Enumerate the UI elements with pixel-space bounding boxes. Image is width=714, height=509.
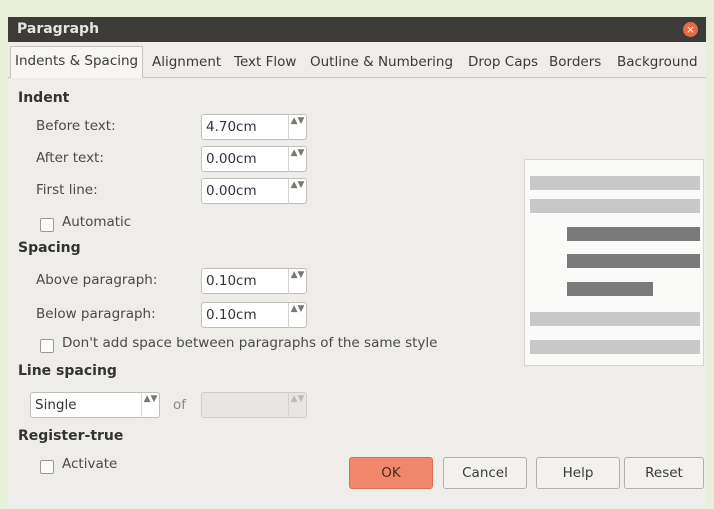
activate-label: Activate — [62, 456, 118, 472]
tab-indents-spacing[interactable]: Indents & Spacing — [10, 46, 144, 78]
dropdown-arrows-icon[interactable]: ▲▼ — [141, 393, 159, 418]
spin-arrows-icon[interactable]: ▲▼ — [288, 147, 306, 172]
automatic-checkbox[interactable] — [40, 218, 54, 232]
indent-heading: Indent — [18, 90, 70, 106]
of-label: of — [173, 397, 187, 413]
before-text-spinbox[interactable]: 4.70cm ▲▼ — [201, 114, 307, 140]
above-paragraph-label: Above paragraph: — [36, 272, 158, 288]
tab-text-flow[interactable]: Text Flow — [230, 48, 300, 76]
first-line-value[interactable]: 0.00cm — [206, 183, 257, 199]
title-bar: Paragraph × — [8, 17, 706, 42]
spin-arrows-icon[interactable]: ▲▼ — [288, 269, 306, 294]
spin-arrows-icon[interactable]: ▲▼ — [288, 115, 306, 140]
tab-outline-numbering[interactable]: Outline & Numbering — [306, 48, 457, 76]
preview-line — [530, 312, 700, 326]
window-title: Paragraph — [17, 21, 100, 37]
tab-background[interactable]: Background — [613, 48, 702, 76]
activate-checkbox[interactable] — [40, 460, 54, 474]
above-paragraph-value[interactable]: 0.10cm — [206, 273, 257, 289]
paragraph-preview — [524, 159, 704, 366]
preview-line-current — [567, 227, 700, 241]
no-space-label: Don't add space between paragraphs of th… — [62, 335, 438, 351]
preview-line — [530, 199, 700, 213]
spin-arrows-icon: ▲▼ — [288, 393, 306, 418]
ok-button[interactable]: OK — [349, 457, 433, 489]
first-line-spinbox[interactable]: 0.00cm ▲▼ — [201, 178, 307, 204]
below-paragraph-spinbox[interactable]: 0.10cm ▲▼ — [201, 302, 307, 328]
before-text-value[interactable]: 4.70cm — [206, 119, 257, 135]
spacing-heading: Spacing — [18, 240, 81, 256]
spin-arrows-icon[interactable]: ▲▼ — [288, 303, 306, 328]
preview-line — [530, 176, 700, 190]
tab-alignment[interactable]: Alignment — [148, 48, 225, 76]
below-paragraph-value[interactable]: 0.10cm — [206, 307, 257, 323]
tab-borders[interactable]: Borders — [545, 48, 605, 76]
after-text-spinbox[interactable]: 0.00cm ▲▼ — [201, 146, 307, 172]
first-line-label: First line: — [36, 182, 98, 198]
before-text-label: Before text: — [36, 118, 116, 134]
below-paragraph-label: Below paragraph: — [36, 306, 156, 322]
reset-button[interactable]: Reset — [624, 457, 704, 489]
cancel-button[interactable]: Cancel — [443, 457, 527, 489]
above-paragraph-spinbox[interactable]: 0.10cm ▲▼ — [201, 268, 307, 294]
after-text-label: After text: — [36, 150, 104, 166]
line-spacing-of-spinbox: ▲▼ — [201, 392, 307, 418]
spin-arrows-icon[interactable]: ▲▼ — [288, 179, 306, 204]
preview-line-current — [567, 282, 653, 296]
paragraph-dialog: Paragraph × Indents & Spacing Alignment … — [8, 17, 706, 508]
tab-drop-caps[interactable]: Drop Caps — [464, 48, 542, 76]
preview-line — [530, 340, 700, 354]
close-icon[interactable]: × — [683, 22, 698, 37]
line-spacing-select[interactable]: Single ▲▼ — [30, 392, 160, 418]
help-button[interactable]: Help — [536, 457, 620, 489]
preview-line-current — [567, 254, 700, 268]
after-text-value[interactable]: 0.00cm — [206, 151, 257, 167]
register-true-heading: Register-true — [18, 428, 124, 444]
no-space-checkbox[interactable] — [40, 339, 54, 353]
tab-bar: Indents & Spacing Alignment Text Flow Ou… — [8, 45, 706, 78]
line-spacing-value[interactable]: Single — [35, 397, 77, 413]
automatic-label: Automatic — [62, 214, 132, 230]
line-spacing-heading: Line spacing — [18, 363, 117, 379]
